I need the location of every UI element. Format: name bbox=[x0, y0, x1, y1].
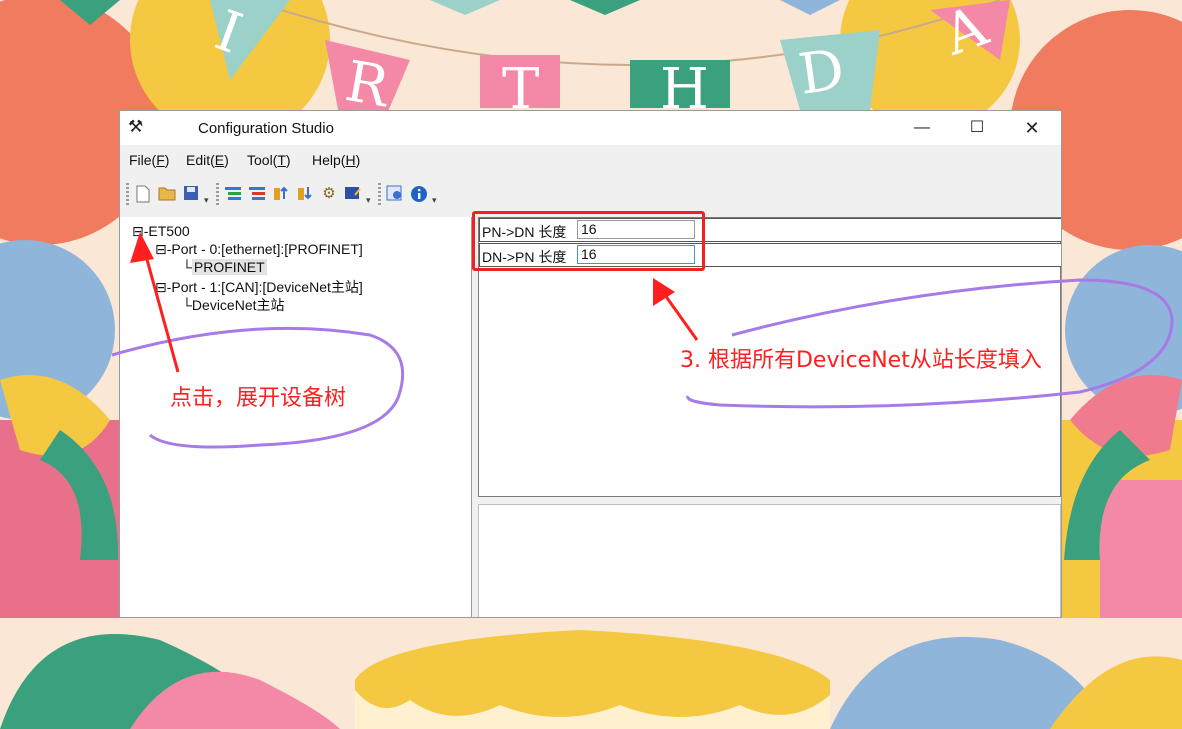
menu-help-label: Help( bbox=[312, 152, 346, 168]
menu-file-key: F bbox=[156, 152, 165, 168]
highlight-box bbox=[472, 211, 705, 271]
close-button[interactable]: ✕ bbox=[1009, 111, 1055, 145]
toolbar-grip-3[interactable] bbox=[378, 183, 381, 207]
menu-tool-label: Tool( bbox=[247, 152, 278, 168]
download-icon[interactable] bbox=[296, 185, 314, 203]
save-icon[interactable] bbox=[182, 185, 200, 203]
menu-help-key: H bbox=[345, 152, 356, 168]
tree-node-et500[interactable]: ⊟-ET500 bbox=[132, 223, 190, 240]
maximize-button[interactable]: ☐ bbox=[954, 111, 1000, 145]
tree-node-profinet-label: PROFINET bbox=[191, 259, 267, 275]
menu-edit-end: ) bbox=[224, 152, 229, 168]
add-device-icon[interactable] bbox=[224, 185, 242, 203]
minimize-button[interactable]: — bbox=[899, 111, 945, 145]
device-tree-panel: ⊟-ET500 ⊟-Port - 0:[ethernet]:[PROFINET]… bbox=[120, 217, 472, 617]
new-file-icon[interactable] bbox=[134, 185, 152, 203]
menu-edit-label: Edit( bbox=[186, 152, 215, 168]
help-icon[interactable] bbox=[386, 185, 404, 203]
menu-file-label: File( bbox=[129, 152, 157, 168]
title-bar[interactable]: ⚒ Configuration Studio — ☐ ✕ bbox=[120, 111, 1061, 145]
menu-edit[interactable]: Edit(E) bbox=[186, 152, 229, 168]
menu-edit-key: E bbox=[214, 152, 225, 168]
annotation-fill-length: 3. 根据所有DeviceNet从站长度填入 bbox=[680, 348, 1042, 373]
menu-tool-key: T bbox=[277, 152, 286, 168]
annotation-expand-tree: 点击，展开设备树 bbox=[170, 386, 347, 411]
toolbar-dropdown-3[interactable]: ▾ bbox=[432, 195, 437, 206]
menu-tool[interactable]: Tool(T) bbox=[247, 152, 291, 168]
toolbar-grip[interactable] bbox=[126, 183, 129, 207]
tree-branch-glyph: └ bbox=[182, 259, 192, 275]
monitor-icon[interactable] bbox=[344, 185, 362, 203]
open-folder-icon[interactable] bbox=[158, 185, 176, 203]
window-title: Configuration Studio bbox=[198, 120, 334, 137]
tree-node-port0[interactable]: ⊟-Port - 0:[ethernet]:[PROFINET] bbox=[155, 241, 363, 258]
tools-icon: ⚒ bbox=[128, 117, 144, 136]
remove-device-icon[interactable] bbox=[248, 185, 266, 203]
menu-help[interactable]: Help(H) bbox=[312, 152, 360, 168]
toolbar-dropdown-2[interactable]: ▾ bbox=[366, 195, 371, 206]
toolbar-dropdown-1[interactable]: ▾ bbox=[204, 195, 209, 206]
settings-icon[interactable]: ⚙ bbox=[320, 185, 338, 203]
menu-tool-end: ) bbox=[285, 152, 291, 168]
menu-help-end: ) bbox=[355, 152, 361, 168]
tree-node-devicenet-master[interactable]: └DeviceNet主站 bbox=[182, 295, 285, 315]
upload-icon[interactable] bbox=[272, 185, 290, 203]
tree-node-port1[interactable]: ⊟-Port - 1:[CAN]:[DeviceNet主站] bbox=[155, 277, 363, 297]
menu-file-end: ) bbox=[164, 152, 170, 168]
output-panel bbox=[478, 504, 1061, 617]
menu-file[interactable]: File(F) bbox=[129, 152, 169, 168]
toolbar: ▾ ⚙ ▾ ▾ bbox=[124, 181, 524, 211]
toolbar-grip-2[interactable] bbox=[216, 183, 219, 207]
info-icon[interactable] bbox=[410, 185, 428, 203]
banner-letter-5: D bbox=[795, 37, 849, 108]
tree-node-profinet[interactable]: └ PROFINET bbox=[182, 259, 267, 275]
